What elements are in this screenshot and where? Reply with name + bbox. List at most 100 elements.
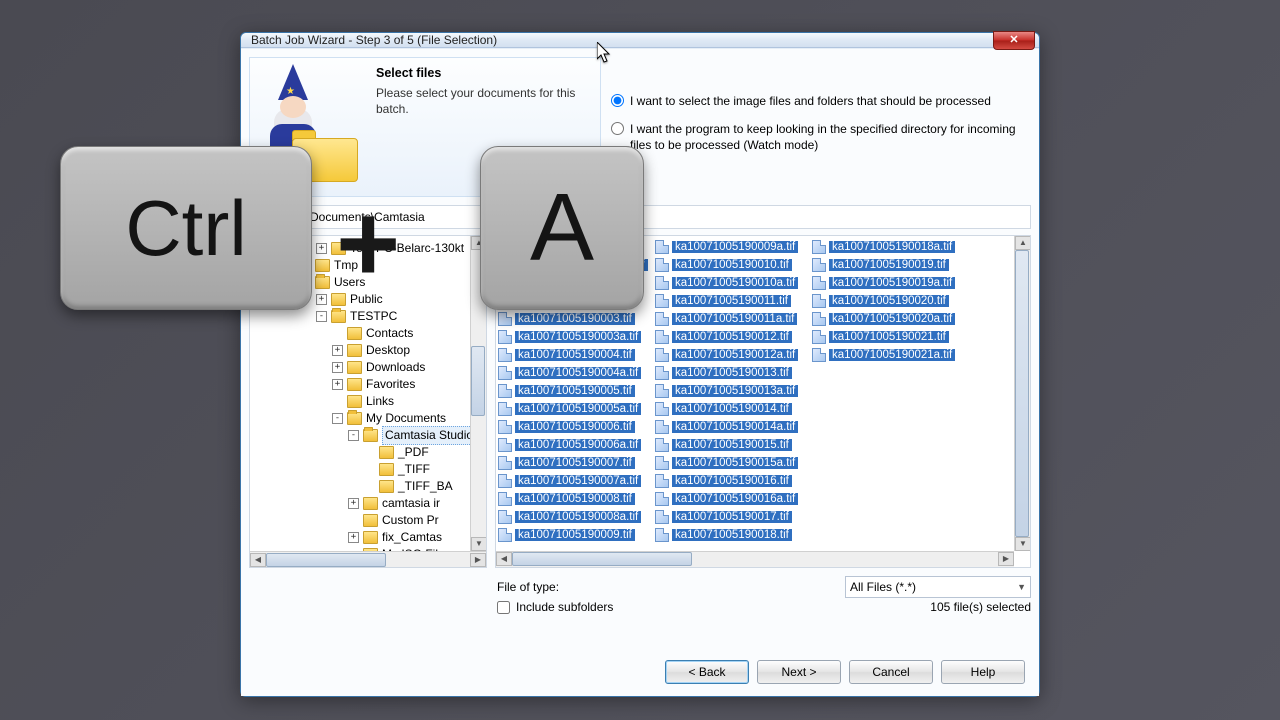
mode-radio-2[interactable]	[611, 122, 624, 135]
file-item[interactable]: ka10071005190005a.tif	[498, 400, 653, 418]
scroll-down-icon[interactable]: ▼	[471, 537, 487, 551]
file-item[interactable]: ka10071005190018a.tif	[812, 238, 967, 256]
filelist-vthumb[interactable]	[1015, 250, 1029, 537]
file-item[interactable]: ka10071005190004.tif	[498, 346, 653, 364]
scroll-up-icon[interactable]: ▲	[1015, 236, 1031, 250]
filelist-vscrollbar[interactable]: ▲ ▼	[1014, 236, 1030, 551]
expand-icon[interactable]: +	[316, 243, 327, 254]
tree-node[interactable]: -TESTPC	[252, 308, 484, 325]
file-item[interactable]: ka10071005190016a.tif	[655, 490, 810, 508]
file-item[interactable]: ka10071005190006.tif	[498, 418, 653, 436]
tree-node[interactable]: +Downloads	[252, 359, 484, 376]
file-item[interactable]: ka10071005190013a.tif	[655, 382, 810, 400]
file-name: ka10071005190016a.tif	[672, 493, 798, 505]
filelist-hscrollbar[interactable]: ◀ ▶	[496, 551, 1014, 567]
file-item[interactable]: ka10071005190018.tif	[655, 526, 810, 544]
tree-vthumb[interactable]	[471, 346, 485, 416]
file-item[interactable]: ka10071005190003.tif	[498, 310, 653, 328]
file-item[interactable]: ka10071005190011.tif	[655, 292, 810, 310]
image-file-icon	[655, 510, 669, 524]
file-item[interactable]: ka10071005190016.tif	[655, 472, 810, 490]
expand-icon[interactable]: +	[316, 294, 327, 305]
file-item[interactable]: ka10071005190015.tif	[655, 436, 810, 454]
collapse-icon[interactable]: -	[348, 430, 359, 441]
include-subfolders-checkbox[interactable]	[497, 601, 510, 614]
back-button[interactable]: < Back	[665, 660, 749, 684]
tree-node[interactable]: Contacts	[252, 325, 484, 342]
tree-node[interactable]: _PDF	[252, 444, 484, 461]
expand-icon[interactable]: +	[332, 362, 343, 373]
help-button[interactable]: Help	[941, 660, 1025, 684]
scroll-left-icon[interactable]: ◀	[250, 553, 266, 567]
image-file-icon	[498, 420, 512, 434]
file-item[interactable]: ka10071005190015a.tif	[655, 454, 810, 472]
scroll-left-icon[interactable]: ◀	[496, 552, 512, 566]
file-name: ka10071005190006.tif	[515, 421, 635, 433]
file-name: ka10071005190021.tif	[829, 331, 949, 343]
file-name: ka10071005190015.tif	[672, 439, 792, 451]
file-item[interactable]: ka10071005190012a.tif	[655, 346, 810, 364]
filetype-combo[interactable]: All Files (*.*) ▼	[845, 576, 1031, 598]
collapse-icon[interactable]: -	[332, 413, 343, 424]
file-item[interactable]: ka10071005190011a.tif	[655, 310, 810, 328]
file-item[interactable]: ka10071005190010a.tif	[655, 274, 810, 292]
image-file-icon	[812, 276, 826, 290]
file-item[interactable]: ka10071005190010.tif	[655, 256, 810, 274]
file-item[interactable]: ka10071005190021a.tif	[812, 346, 967, 364]
tree-node[interactable]: +camtasia ir	[252, 495, 484, 512]
file-item[interactable]: ka10071005190012.tif	[655, 328, 810, 346]
keycap-ctrl: Ctrl	[60, 146, 312, 310]
close-button[interactable]: ✕	[993, 31, 1035, 50]
file-item[interactable]: ka10071005190004a.tif	[498, 364, 653, 382]
collapse-icon[interactable]: -	[316, 311, 327, 322]
file-item[interactable]: ka10071005190019.tif	[812, 256, 967, 274]
file-item[interactable]: ka10071005190005.tif	[498, 382, 653, 400]
scroll-right-icon[interactable]: ▶	[998, 552, 1014, 566]
scroll-right-icon[interactable]: ▶	[470, 553, 486, 567]
scroll-down-icon[interactable]: ▼	[1015, 537, 1031, 551]
cancel-button[interactable]: Cancel	[849, 660, 933, 684]
tree-node[interactable]: +Favorites	[252, 376, 484, 393]
file-item[interactable]: ka10071005190008a.tif	[498, 508, 653, 526]
file-item[interactable]: ka10071005190020a.tif	[812, 310, 967, 328]
file-item[interactable]: ka10071005190014.tif	[655, 400, 810, 418]
file-item[interactable]: ka10071005190017.tif	[655, 508, 810, 526]
mode-watch[interactable]: I want the program to keep looking in th…	[611, 121, 1031, 153]
mode-select-files[interactable]: I want to select the image files and fol…	[611, 93, 1031, 109]
file-item[interactable]: ka10071005190006a.tif	[498, 436, 653, 454]
tree-hscrollbar[interactable]: ◀ ▶	[250, 551, 486, 567]
include-subfolders-label: Include subfolders	[516, 600, 613, 614]
tree-node[interactable]: -Camtasia Studio	[252, 427, 484, 444]
file-item[interactable]: ka10071005190009a.tif	[655, 238, 810, 256]
image-file-icon	[655, 240, 669, 254]
tree-node[interactable]: Custom Pr	[252, 512, 484, 529]
tree-node[interactable]: _TIFF	[252, 461, 484, 478]
next-button[interactable]: Next >	[757, 660, 841, 684]
expand-icon[interactable]: +	[332, 379, 343, 390]
tree-node[interactable]: Links	[252, 393, 484, 410]
tree-node[interactable]: -My Documents	[252, 410, 484, 427]
tree-node[interactable]: +fix_Camtas	[252, 529, 484, 546]
file-item[interactable]: ka10071005190019a.tif	[812, 274, 967, 292]
file-item[interactable]: ka10071005190014a.tif	[655, 418, 810, 436]
image-file-icon	[655, 330, 669, 344]
tree-node[interactable]: _TIFF_BA	[252, 478, 484, 495]
file-item[interactable]: ka10071005190008.tif	[498, 490, 653, 508]
file-item[interactable]: ka10071005190020.tif	[812, 292, 967, 310]
tree-hthumb[interactable]	[266, 553, 386, 567]
file-name: ka10071005190010a.tif	[672, 277, 798, 289]
file-item[interactable]: ka10071005190013.tif	[655, 364, 810, 382]
file-item[interactable]: ka10071005190021.tif	[812, 328, 967, 346]
info-heading: Select files	[376, 66, 592, 80]
expand-icon[interactable]: +	[348, 498, 359, 509]
tree-node[interactable]: +Desktop	[252, 342, 484, 359]
titlebar[interactable]: Batch Job Wizard - Step 3 of 5 (File Sel…	[241, 33, 1039, 48]
filelist-hthumb[interactable]	[512, 552, 692, 566]
file-item[interactable]: ka10071005190007a.tif	[498, 472, 653, 490]
file-item[interactable]: ka10071005190007.tif	[498, 454, 653, 472]
file-item[interactable]: ka10071005190009.tif	[498, 526, 653, 544]
mode-radio-1[interactable]	[611, 94, 624, 107]
expand-icon[interactable]: +	[348, 532, 359, 543]
file-item[interactable]: ka10071005190003a.tif	[498, 328, 653, 346]
expand-icon[interactable]: +	[332, 345, 343, 356]
